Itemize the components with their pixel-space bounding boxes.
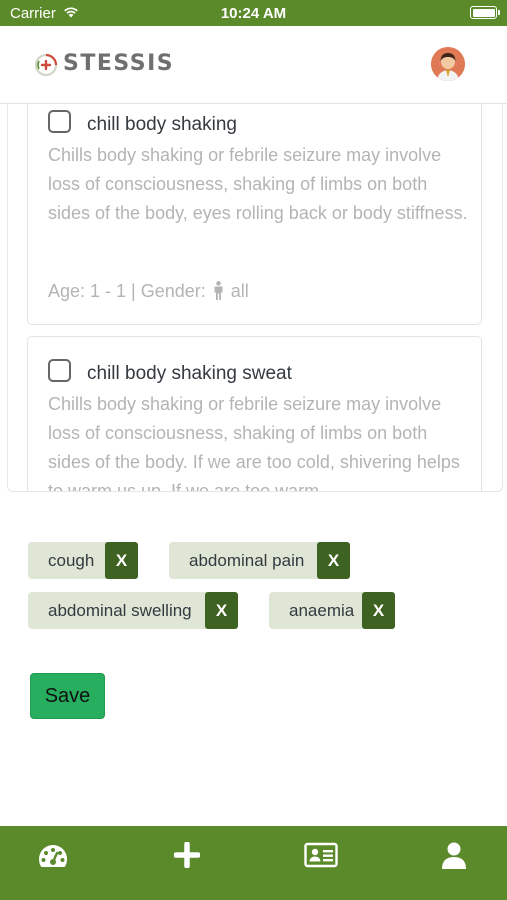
tab-profile[interactable] <box>419 826 489 900</box>
symptom-card[interactable]: chill body shaking sweat Chills body sha… <box>27 336 482 492</box>
symptom-tag: anaemia X <box>269 592 395 629</box>
symptom-tag: cough X <box>28 542 138 579</box>
bottom-tab-bar <box>0 826 507 900</box>
dashboard-icon <box>37 842 69 875</box>
remove-tag-button[interactable]: X <box>105 542 138 579</box>
tag-label: abdominal swelling <box>48 601 192 620</box>
symptom-title: chill body shaking <box>87 114 237 135</box>
user-avatar[interactable] <box>431 47 465 81</box>
tab-dashboard[interactable] <box>18 826 88 900</box>
tag-label: abdominal pain <box>189 551 305 570</box>
battery-icon <box>470 6 500 19</box>
symptom-checkbox[interactable] <box>48 110 71 133</box>
stessis-logo-icon <box>34 53 58 77</box>
person-icon <box>213 281 224 305</box>
remove-tag-button[interactable]: X <box>317 542 350 579</box>
clock: 10:24 AM <box>220 5 287 22</box>
remove-tag-button[interactable]: X <box>362 592 395 629</box>
remove-tag-button[interactable]: X <box>205 592 238 629</box>
tab-add[interactable] <box>152 826 222 900</box>
symptom-meta: Age: 1 - 1 | Gender: all <box>48 281 249 305</box>
symptom-tag: abdominal pain X <box>169 542 350 579</box>
app-header: STESSIS <box>0 26 507 104</box>
user-icon <box>442 842 466 875</box>
tag-label: anaemia <box>289 601 355 620</box>
symptom-card[interactable]: chill body shaking Chills body shaking o… <box>27 104 482 325</box>
symptom-checkbox[interactable] <box>48 359 71 382</box>
plus-icon <box>173 841 201 873</box>
symptom-tag: abdominal swelling X <box>28 592 238 629</box>
status-bar: Carrier 10:24 AM <box>0 0 507 26</box>
symptom-list[interactable]: chill body shaking Chills body shaking o… <box>7 104 503 492</box>
symptom-title: chill body shaking sweat <box>87 363 292 384</box>
gender-value: all <box>230 281 249 301</box>
selected-symptom-tags: cough X abdominal pain X abdominal swell… <box>28 542 488 642</box>
symptom-description: Chills body shaking or febrile seizure m… <box>48 145 468 223</box>
tab-records[interactable] <box>286 826 356 900</box>
id-card-icon <box>304 842 338 873</box>
app-name: STESSIS <box>63 51 175 76</box>
tag-label: cough <box>48 551 95 570</box>
save-button[interactable]: Save <box>30 673 105 719</box>
symptom-description: Chills body shaking or febrile seizure m… <box>48 394 460 492</box>
age-gender-label: Age: 1 - 1 | Gender: <box>48 281 206 301</box>
